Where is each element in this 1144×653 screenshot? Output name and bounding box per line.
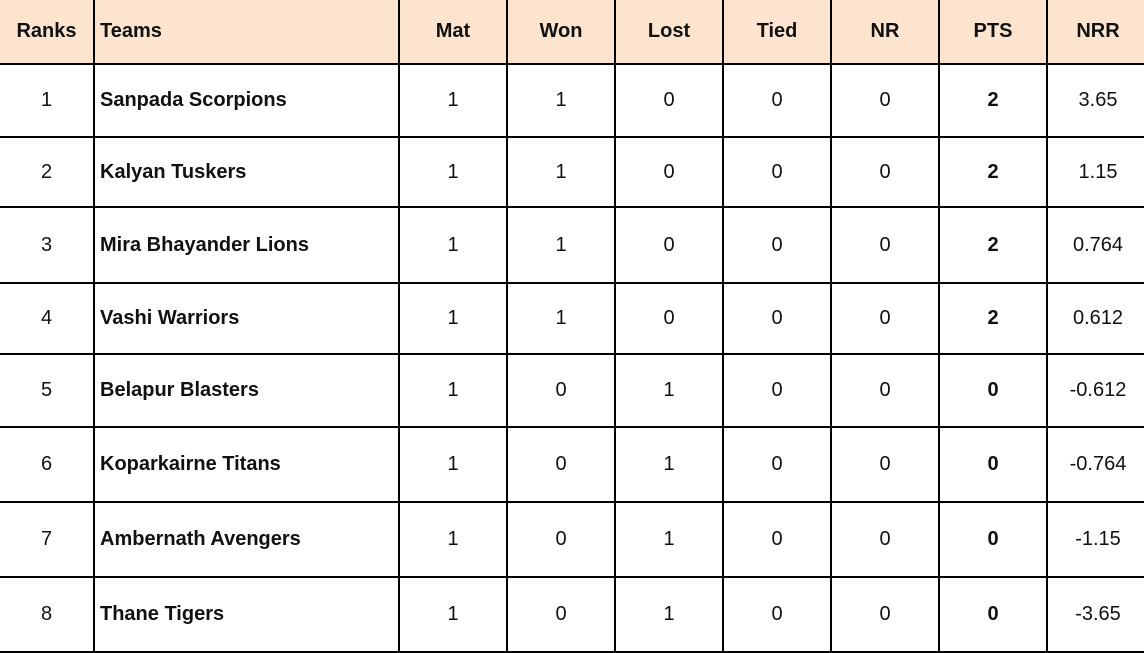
points-cell: 0 bbox=[938, 501, 1048, 578]
matches-cell: 1 bbox=[398, 136, 508, 208]
team-name-cell: Mira Bhayander Lions bbox=[93, 206, 400, 284]
table-row: 8 Thane Tigers 1 0 1 0 0 0 -3.65 bbox=[0, 576, 1144, 653]
tied-cell: 0 bbox=[722, 353, 832, 428]
no-result-cell: 0 bbox=[830, 426, 940, 503]
tied-cell: 0 bbox=[722, 206, 832, 284]
rank-cell: 8 bbox=[0, 576, 95, 653]
header-pts: PTS bbox=[938, 0, 1048, 65]
team-name-cell: Ambernath Avengers bbox=[93, 501, 400, 578]
net-run-rate-cell: -0.764 bbox=[1046, 426, 1144, 503]
header-mat: Mat bbox=[398, 0, 508, 65]
tied-cell: 0 bbox=[722, 63, 832, 138]
lost-cell: 1 bbox=[614, 426, 724, 503]
lost-cell: 1 bbox=[614, 576, 724, 653]
header-won: Won bbox=[506, 0, 616, 65]
net-run-rate-cell: 0.612 bbox=[1046, 282, 1144, 355]
no-result-cell: 0 bbox=[830, 501, 940, 578]
team-name-cell: Thane Tigers bbox=[93, 576, 400, 653]
tied-cell: 0 bbox=[722, 576, 832, 653]
rank-cell: 1 bbox=[0, 63, 95, 138]
won-cell: 1 bbox=[506, 63, 616, 138]
matches-cell: 1 bbox=[398, 63, 508, 138]
lost-cell: 1 bbox=[614, 353, 724, 428]
lost-cell: 0 bbox=[614, 136, 724, 208]
matches-cell: 1 bbox=[398, 576, 508, 653]
rank-cell: 6 bbox=[0, 426, 95, 503]
no-result-cell: 0 bbox=[830, 353, 940, 428]
lost-cell: 0 bbox=[614, 206, 724, 284]
table-row: 3 Mira Bhayander Lions 1 1 0 0 0 2 0.764 bbox=[0, 206, 1144, 284]
net-run-rate-cell: -3.65 bbox=[1046, 576, 1144, 653]
no-result-cell: 0 bbox=[830, 576, 940, 653]
no-result-cell: 0 bbox=[830, 206, 940, 284]
header-row: Ranks Teams Mat Won Lost Tied NR PTS NRR bbox=[0, 0, 1144, 65]
no-result-cell: 0 bbox=[830, 282, 940, 355]
lost-cell: 0 bbox=[614, 282, 724, 355]
rank-cell: 4 bbox=[0, 282, 95, 355]
net-run-rate-cell: -0.612 bbox=[1046, 353, 1144, 428]
tied-cell: 0 bbox=[722, 136, 832, 208]
points-cell: 2 bbox=[938, 282, 1048, 355]
table-row: 5 Belapur Blasters 1 0 1 0 0 0 -0.612 bbox=[0, 353, 1144, 428]
table-row: 6 Koparkairne Titans 1 0 1 0 0 0 -0.764 bbox=[0, 426, 1144, 503]
no-result-cell: 0 bbox=[830, 136, 940, 208]
header-nrr: NRR bbox=[1046, 0, 1144, 65]
matches-cell: 1 bbox=[398, 282, 508, 355]
lost-cell: 0 bbox=[614, 63, 724, 138]
tied-cell: 0 bbox=[722, 501, 832, 578]
net-run-rate-cell: 0.764 bbox=[1046, 206, 1144, 284]
won-cell: 0 bbox=[506, 426, 616, 503]
table-row: 4 Vashi Warriors 1 1 0 0 0 2 0.612 bbox=[0, 282, 1144, 355]
rank-cell: 3 bbox=[0, 206, 95, 284]
points-table: Ranks Teams Mat Won Lost Tied NR PTS NRR… bbox=[0, 0, 1144, 653]
points-cell: 0 bbox=[938, 426, 1048, 503]
no-result-cell: 0 bbox=[830, 63, 940, 138]
rank-cell: 5 bbox=[0, 353, 95, 428]
rank-cell: 7 bbox=[0, 501, 95, 578]
table-row: 1 Sanpada Scorpions 1 1 0 0 0 2 3.65 bbox=[0, 63, 1144, 138]
tied-cell: 0 bbox=[722, 426, 832, 503]
team-name-cell: Belapur Blasters bbox=[93, 353, 400, 428]
net-run-rate-cell: 1.15 bbox=[1046, 136, 1144, 208]
header-lost: Lost bbox=[614, 0, 724, 65]
lost-cell: 1 bbox=[614, 501, 724, 578]
team-name-cell: Sanpada Scorpions bbox=[93, 63, 400, 138]
won-cell: 1 bbox=[506, 136, 616, 208]
points-cell: 2 bbox=[938, 63, 1048, 138]
table-row: 7 Ambernath Avengers 1 0 1 0 0 0 -1.15 bbox=[0, 501, 1144, 578]
matches-cell: 1 bbox=[398, 353, 508, 428]
matches-cell: 1 bbox=[398, 206, 508, 284]
won-cell: 0 bbox=[506, 576, 616, 653]
team-name-cell: Vashi Warriors bbox=[93, 282, 400, 355]
points-cell: 2 bbox=[938, 136, 1048, 208]
rank-cell: 2 bbox=[0, 136, 95, 208]
matches-cell: 1 bbox=[398, 426, 508, 503]
won-cell: 0 bbox=[506, 501, 616, 578]
net-run-rate-cell: -1.15 bbox=[1046, 501, 1144, 578]
points-cell: 0 bbox=[938, 353, 1048, 428]
team-name-cell: Koparkairne Titans bbox=[93, 426, 400, 503]
points-cell: 2 bbox=[938, 206, 1048, 284]
net-run-rate-cell: 3.65 bbox=[1046, 63, 1144, 138]
won-cell: 0 bbox=[506, 353, 616, 428]
matches-cell: 1 bbox=[398, 501, 508, 578]
tied-cell: 0 bbox=[722, 282, 832, 355]
won-cell: 1 bbox=[506, 206, 616, 284]
header-tied: Tied bbox=[722, 0, 832, 65]
header-nr: NR bbox=[830, 0, 940, 65]
won-cell: 1 bbox=[506, 282, 616, 355]
table-row: 2 Kalyan Tuskers 1 1 0 0 0 2 1.15 bbox=[0, 136, 1144, 208]
header-ranks: Ranks bbox=[0, 0, 95, 65]
team-name-cell: Kalyan Tuskers bbox=[93, 136, 400, 208]
header-teams: Teams bbox=[93, 0, 400, 65]
points-cell: 0 bbox=[938, 576, 1048, 653]
